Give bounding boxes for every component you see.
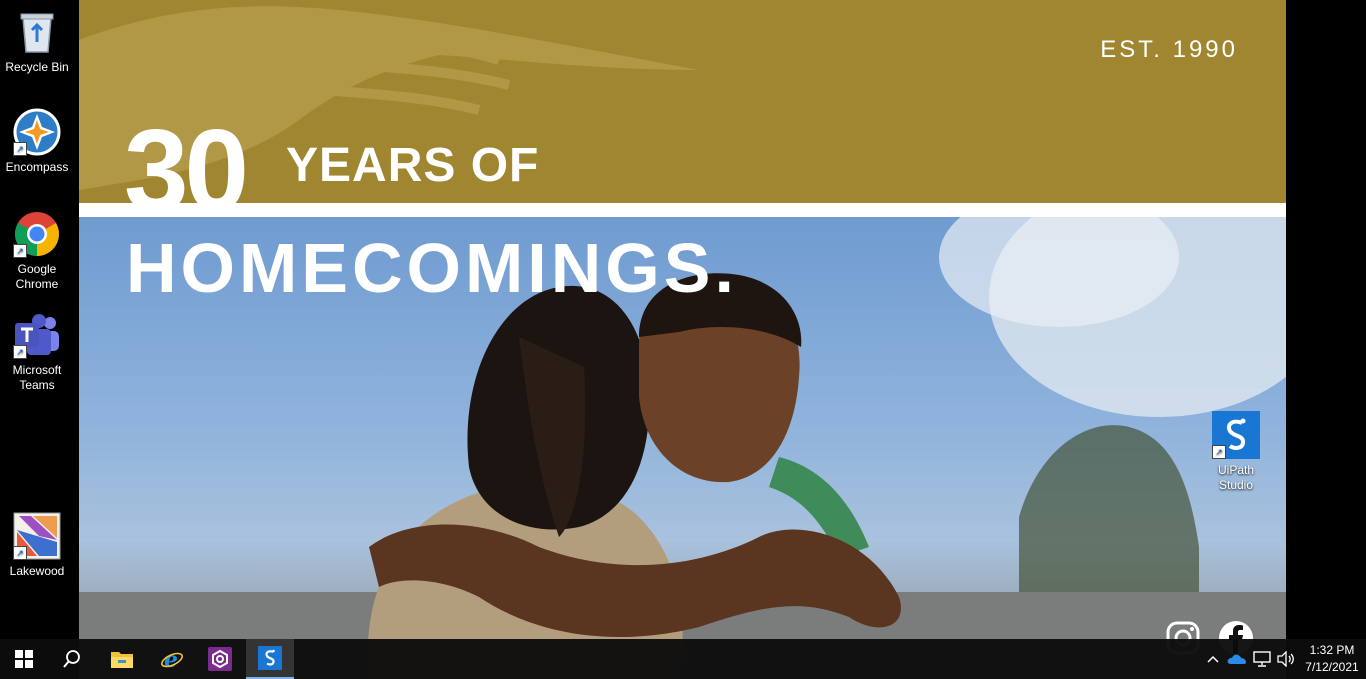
shortcut-arrow-icon: ↗ — [13, 345, 27, 359]
search-button[interactable] — [48, 639, 96, 679]
shortcut-arrow-icon: ↗ — [13, 244, 27, 258]
desktop-icon-label: Google Chrome — [15, 262, 59, 291]
app-purple-icon — [208, 647, 232, 671]
desktop-icon-encompass[interactable]: ↗ Encompass — [1, 108, 73, 175]
desktop-icon-recycle-bin[interactable]: Recycle Bin — [1, 8, 73, 75]
uipath-icon — [258, 646, 282, 670]
desktop-icon-label: Recycle Bin — [5, 60, 69, 74]
file-explorer-icon — [111, 652, 133, 668]
onedrive-tray-button[interactable] — [1225, 639, 1249, 679]
start-button[interactable] — [0, 639, 48, 679]
est-year-text: EST. 1990 — [1100, 36, 1238, 63]
desktop-icon-label: Lakewood — [9, 564, 65, 578]
desktop-wallpaper: EST. 1990 30 YEARS OF HOMECOMINGS. — [79, 0, 1286, 679]
big-30-text: 30 — [124, 105, 249, 235]
taskbar-clock[interactable]: 1:32 PM 7/12/2021 — [1304, 642, 1360, 676]
desktop-icon-microsoft-teams[interactable]: ↗ Microsoft Teams — [1, 311, 73, 393]
desktop-icon-google-chrome[interactable]: ↗ Google Chrome — [1, 210, 73, 292]
shortcut-arrow-icon: ↗ — [13, 142, 27, 156]
chevron-up-icon — [1207, 655, 1219, 663]
teams-icon: ↗ — [13, 311, 61, 359]
desktop-icon-label: Microsoft Teams — [12, 363, 62, 392]
uipath-icon: ↗ — [1212, 411, 1260, 459]
onedrive-icon — [1227, 654, 1246, 664]
search-icon — [63, 650, 80, 668]
windows-start-icon — [15, 650, 33, 668]
taskbar-uipath-studio[interactable] — [246, 639, 294, 679]
desktop-icon-label: UiPath Studio — [1217, 463, 1255, 492]
desktop-icon-label: Encompass — [5, 160, 69, 174]
volume-tray-button[interactable] — [1275, 639, 1297, 679]
svg-text:e: e — [164, 647, 178, 671]
network-tray-button[interactable] — [1251, 639, 1273, 679]
taskbar-internet-explorer[interactable]: e — [148, 639, 196, 679]
volume-icon — [1277, 651, 1294, 667]
encompass-icon: ↗ — [13, 108, 61, 156]
lakewood-icon: ↗ — [13, 512, 61, 560]
chrome-icon: ↗ — [13, 210, 61, 258]
network-icon — [1253, 651, 1271, 667]
shortcut-arrow-icon: ↗ — [13, 546, 27, 560]
internet-explorer-icon: e — [161, 647, 183, 671]
clock-date: 7/12/2021 — [1305, 660, 1359, 674]
homecomings-text: HOMECOMINGS. — [126, 229, 738, 307]
desktop-icon-uipath-studio[interactable]: ↗ UiPath Studio — [1200, 411, 1272, 493]
clock-time: 1:32 PM — [1309, 643, 1355, 657]
years-of-text: YEARS OF — [286, 139, 540, 192]
taskbar-file-explorer[interactable] — [98, 639, 146, 679]
shortcut-arrow-icon: ↗ — [1212, 445, 1226, 459]
taskbar-purple-app[interactable] — [196, 639, 244, 679]
recycle-bin-icon — [13, 8, 61, 56]
show-hidden-icons-button[interactable] — [1203, 639, 1223, 679]
desktop-icon-lakewood[interactable]: ↗ Lakewood — [1, 512, 73, 579]
taskbar: e 1:32 PM 7/12/2021 — [0, 639, 1366, 679]
wallpaper-white-stripe — [79, 203, 1286, 217]
